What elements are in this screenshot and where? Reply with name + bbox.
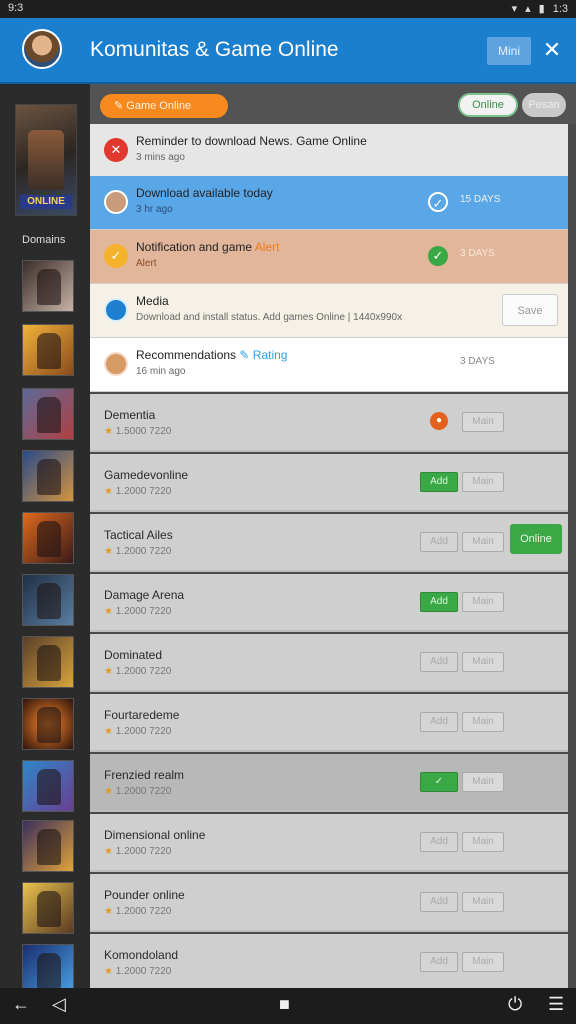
- check-icon: ✓: [428, 192, 448, 212]
- online-button[interactable]: Online: [510, 524, 562, 554]
- main-button[interactable]: Main: [462, 592, 504, 612]
- save-button[interactable]: Save: [502, 294, 558, 326]
- notification-item[interactable]: Recommendations ✎ Rating 16 min ago 3 DA…: [90, 338, 568, 392]
- add-button[interactable]: Add: [420, 652, 458, 672]
- checked-button[interactable]: ✓: [420, 772, 458, 792]
- home-icon[interactable]: ■: [279, 994, 290, 1015]
- main-button[interactable]: Main: [462, 652, 504, 672]
- table-row[interactable]: Frenzied realm ★ 1.2000 7220 ✓ Main: [90, 754, 568, 812]
- filter-bar: ✎ Game Online Online Pesan: [90, 84, 576, 124]
- sidebar-game-thumb[interactable]: [22, 760, 74, 812]
- add-button[interactable]: Add: [420, 472, 458, 492]
- table-row[interactable]: Tactical Ailes ★ 1.2000 7220 Add Main: [90, 514, 568, 572]
- featured-game-thumbnail[interactable]: ONLINE: [15, 104, 77, 216]
- add-button[interactable]: Add: [420, 592, 458, 612]
- alert-icon: ✕: [104, 138, 128, 162]
- table-row[interactable]: Dimensional online ★ 1.2000 7220 Add Mai…: [90, 814, 568, 872]
- main-button[interactable]: Main: [462, 832, 504, 852]
- check-icon: ✓: [428, 246, 448, 266]
- back-icon[interactable]: ←: [12, 994, 30, 1015]
- status-bar: 9:3 ▾ ▴ ▮ 1:3: [0, 0, 576, 18]
- main-button[interactable]: Main: [462, 712, 504, 732]
- signal-icon: ▴: [525, 3, 531, 15]
- notification-item[interactable]: ✓ Notification and game Alert Alert ✓ 3 …: [90, 230, 568, 284]
- sidebar-game-thumb[interactable]: [22, 882, 74, 934]
- main-button[interactable]: Main: [462, 952, 504, 972]
- main-panel: ✎ Game Online Online Pesan ✕ Reminder to…: [90, 84, 576, 992]
- power-icon[interactable]: ⏻: [508, 994, 522, 1015]
- table-row[interactable]: Dementia ★ 1.5000 7220 ● Main: [90, 394, 568, 452]
- sidebar: ONLINE Domains: [0, 84, 90, 996]
- sidebar-game-thumb[interactable]: [22, 388, 74, 440]
- wifi-icon: ▾: [511, 3, 518, 15]
- user-avatar-icon: [104, 352, 128, 376]
- sidebar-game-thumb[interactable]: [22, 698, 74, 750]
- main-button[interactable]: Main: [462, 892, 504, 912]
- notification-item[interactable]: Media Download and install status. Add g…: [90, 284, 568, 338]
- add-button[interactable]: Add: [420, 952, 458, 972]
- minimize-button[interactable]: Mini: [487, 37, 531, 65]
- main-button[interactable]: Main: [462, 412, 504, 432]
- sidebar-game-thumb[interactable]: [22, 820, 74, 872]
- main-button[interactable]: Main: [462, 772, 504, 792]
- status-time: 9:3: [8, 2, 24, 14]
- battery-icon: ▮: [538, 3, 545, 15]
- notification-item[interactable]: ✕ Reminder to download News. Game Online…: [90, 124, 568, 178]
- add-button[interactable]: Add: [420, 832, 458, 852]
- featured-logo: ONLINE: [20, 195, 72, 209]
- status-badge: ●: [430, 412, 448, 430]
- table-row[interactable]: Komondoland ★ 1.2000 7220 Add Main: [90, 934, 568, 992]
- table-row[interactable]: Pounder online ★ 1.2000 7220 Add Main: [90, 874, 568, 932]
- sidebar-game-thumb[interactable]: [22, 512, 74, 564]
- table-row[interactable]: Fourtaredeme ★ 1.2000 7220 Add Main: [90, 694, 568, 752]
- user-avatar-icon: [104, 190, 128, 214]
- page-title: Komunitas & Game Online: [90, 38, 339, 61]
- add-button[interactable]: Add: [420, 532, 458, 552]
- check-badge-icon: ✓: [104, 244, 128, 268]
- main-button[interactable]: Main: [462, 532, 504, 552]
- menu-icon[interactable]: ☰: [548, 994, 564, 1015]
- table-row[interactable]: Gamedevonline ★ 1.2000 7220 Add Main: [90, 454, 568, 512]
- sidebar-game-thumb[interactable]: [22, 324, 74, 376]
- add-button[interactable]: Add: [420, 892, 458, 912]
- system-nav-bar: ← ◁ ■ ⏻ ☰: [0, 988, 576, 1024]
- app-header: Komunitas & Game Online Mini ✕: [0, 18, 576, 84]
- table-row[interactable]: Dominated ★ 1.2000 7220 Add Main: [90, 634, 568, 692]
- table-row[interactable]: Damage Arena ★ 1.2000 7220 Add Main: [90, 574, 568, 632]
- avatar[interactable]: [22, 29, 62, 69]
- sidebar-label: Domains: [22, 234, 66, 246]
- main-button[interactable]: Main: [462, 472, 504, 492]
- secondary-filter-pill[interactable]: Pesan: [522, 93, 566, 117]
- add-button[interactable]: Add: [420, 712, 458, 732]
- notification-item[interactable]: Download available today 3 hr ago ✓ 15 D…: [90, 176, 568, 230]
- volume-icon[interactable]: ◁: [52, 994, 66, 1015]
- sidebar-game-thumb[interactable]: [22, 574, 74, 626]
- sidebar-game-thumb[interactable]: [22, 450, 74, 502]
- online-filter-pill[interactable]: Online: [458, 93, 518, 117]
- status-right-time: 1:3: [552, 2, 568, 15]
- media-icon: [104, 298, 128, 322]
- close-icon[interactable]: ✕: [540, 36, 564, 64]
- sidebar-game-thumb[interactable]: [22, 260, 74, 312]
- category-pill[interactable]: ✎ Game Online: [100, 94, 228, 118]
- sidebar-game-thumb[interactable]: [22, 636, 74, 688]
- character-image: [28, 130, 64, 190]
